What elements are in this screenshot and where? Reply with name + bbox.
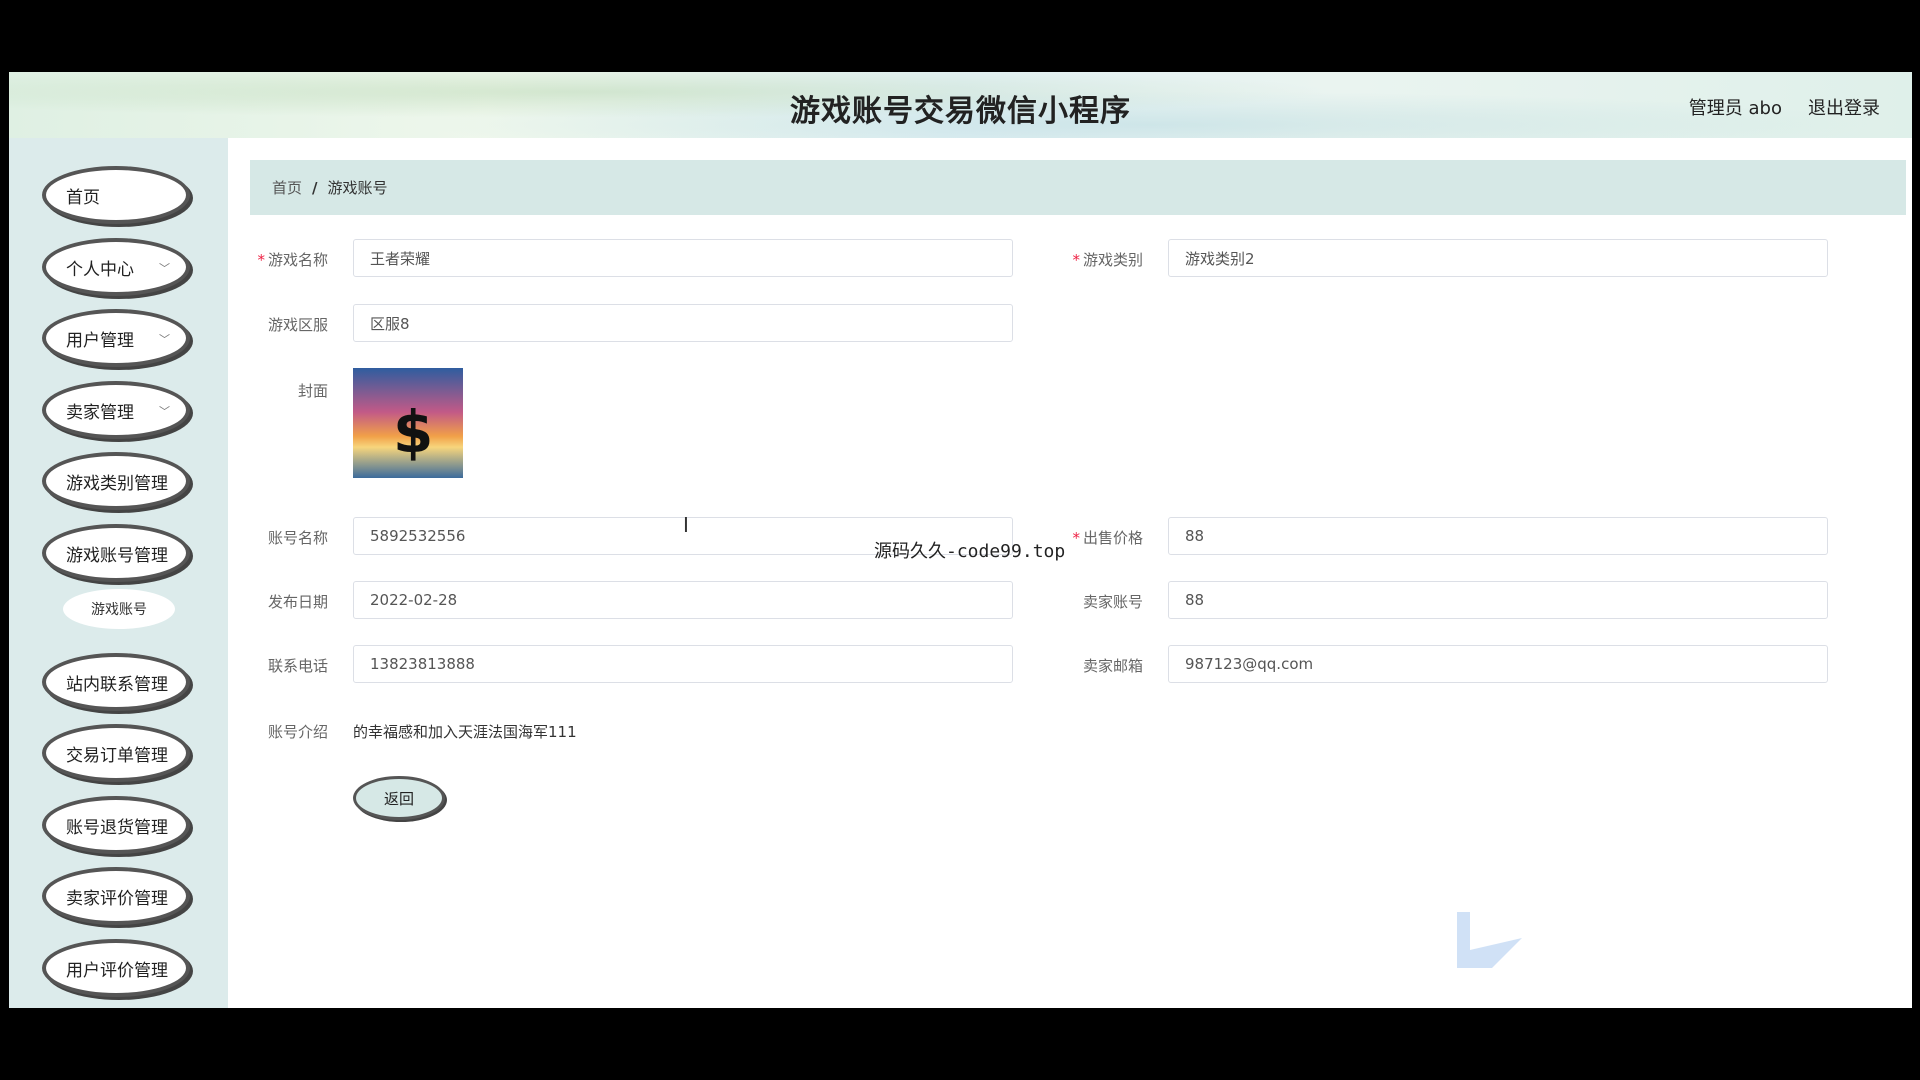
account-name-label: 账号名称	[267, 529, 328, 547]
required-mark: *	[1072, 529, 1080, 547]
overlay-watermark-text: 源码久久-code99.top	[874, 541, 1066, 562]
seller-account-label: 卖家账号	[1082, 593, 1143, 611]
dollar-icon: $	[393, 398, 434, 466]
chevron-down-icon: ﹀	[159, 262, 170, 275]
label-text: 出售价格	[1082, 529, 1143, 547]
publish-date-field[interactable]: 2022-02-28	[353, 581, 1013, 619]
cover-label: 封面	[297, 382, 328, 400]
sidebar-item-label: 交易订单管理	[66, 745, 168, 766]
sidebar-item-label: 卖家管理	[66, 402, 134, 423]
price-field[interactable]: 88	[1168, 517, 1828, 555]
publish-date-label: 发布日期	[267, 593, 328, 611]
sidebar-item-game-category[interactable]: 游戏类别管理	[42, 452, 190, 510]
description-label: 账号介绍	[267, 723, 328, 741]
seller-email-label: 卖家邮箱	[1082, 657, 1143, 675]
breadcrumb-separator: /	[312, 178, 318, 197]
sidebar-item-personal-center[interactable]: 个人中心 ﹀	[42, 238, 190, 296]
sidebar-item-label: 首页	[66, 187, 100, 208]
seller-account-field[interactable]: 88	[1168, 581, 1828, 619]
top-header: 游戏账号交易微信小程序 管理员 abo 退出登录	[9, 72, 1912, 138]
sidebar-item-label: 账号退货管理	[66, 817, 168, 838]
chevron-down-icon: ﹀	[159, 333, 170, 346]
sidebar-item-seller-management[interactable]: 卖家管理 ﹀	[42, 381, 190, 439]
sidebar: 首页 个人中心 ﹀ 用户管理 ﹀ 卖家管理 ﹀ 游戏类别管理 游戏账号管理 游戏账号 …	[9, 138, 228, 1008]
game-server-field[interactable]: 区服8	[353, 304, 1013, 342]
app-window: code51.cncode51.cncode51.cncode51.cncode…	[9, 72, 1912, 1008]
main-content: 首页 / 游戏账号 * 游戏名称 王者荣耀 * 游戏类别 游戏类别2 游戏区服 区服…	[228, 138, 1912, 1008]
chevron-down-icon: ﹀	[159, 405, 170, 418]
breadcrumb-home[interactable]: 首页	[272, 177, 302, 198]
text-cursor-icon: I	[683, 513, 689, 537]
sidebar-item-label: 游戏账号管理	[66, 545, 168, 566]
game-category-label: * 游戏类别	[1053, 249, 1143, 270]
sidebar-item-user-reviews[interactable]: 用户评价管理	[42, 939, 190, 997]
sidebar-subitem-game-account[interactable]: 游戏账号	[63, 589, 175, 629]
breadcrumb-current: 游戏账号	[327, 179, 388, 197]
app-title: 游戏账号交易微信小程序	[790, 94, 1131, 129]
sidebar-item-seller-reviews[interactable]: 卖家评价管理	[42, 867, 190, 925]
game-name-label: * 游戏名称	[238, 249, 328, 270]
sidebar-item-contact[interactable]: 站内联系管理	[42, 653, 190, 711]
phone-label: 联系电话	[267, 657, 328, 675]
sidebar-item-label: 用户管理	[66, 330, 134, 351]
admin-label: 管理员 abo	[1688, 98, 1782, 119]
sidebar-item-returns[interactable]: 账号退货管理	[42, 796, 190, 854]
sidebar-item-home[interactable]: 首页	[42, 166, 190, 224]
corner-logo-icon	[1457, 912, 1522, 968]
seller-email-field[interactable]: 987123@qq.com	[1168, 645, 1828, 683]
sidebar-item-label: 游戏类别管理	[66, 473, 168, 494]
price-label: * 出售价格	[1053, 527, 1143, 548]
sidebar-item-label: 个人中心	[66, 259, 134, 280]
cover-image[interactable]: $	[353, 368, 463, 478]
sidebar-item-label: 站内联系管理	[66, 674, 168, 695]
game-name-field[interactable]: 王者荣耀	[353, 239, 1013, 277]
label-text: 游戏类别	[1082, 251, 1143, 269]
sidebar-item-label: 用户评价管理	[66, 960, 168, 981]
game-server-label: 游戏区服	[267, 316, 328, 334]
phone-field[interactable]: 13823813888	[353, 645, 1013, 683]
back-button[interactable]: 返回	[353, 776, 445, 820]
sidebar-item-user-management[interactable]: 用户管理 ﹀	[42, 309, 190, 367]
breadcrumb: 首页 / 游戏账号	[250, 160, 1906, 215]
required-mark: *	[1072, 251, 1080, 269]
description-text: 的幸福感和加入天涯法国海军111	[353, 723, 577, 741]
label-text: 游戏名称	[267, 251, 328, 269]
sidebar-item-game-account[interactable]: 游戏账号管理	[42, 524, 190, 582]
logout-link[interactable]: 退出登录	[1808, 94, 1880, 120]
game-category-field[interactable]: 游戏类别2	[1168, 239, 1828, 277]
required-mark: *	[257, 251, 265, 269]
sidebar-item-orders[interactable]: 交易订单管理	[42, 724, 190, 782]
sidebar-item-label: 卖家评价管理	[66, 888, 168, 909]
